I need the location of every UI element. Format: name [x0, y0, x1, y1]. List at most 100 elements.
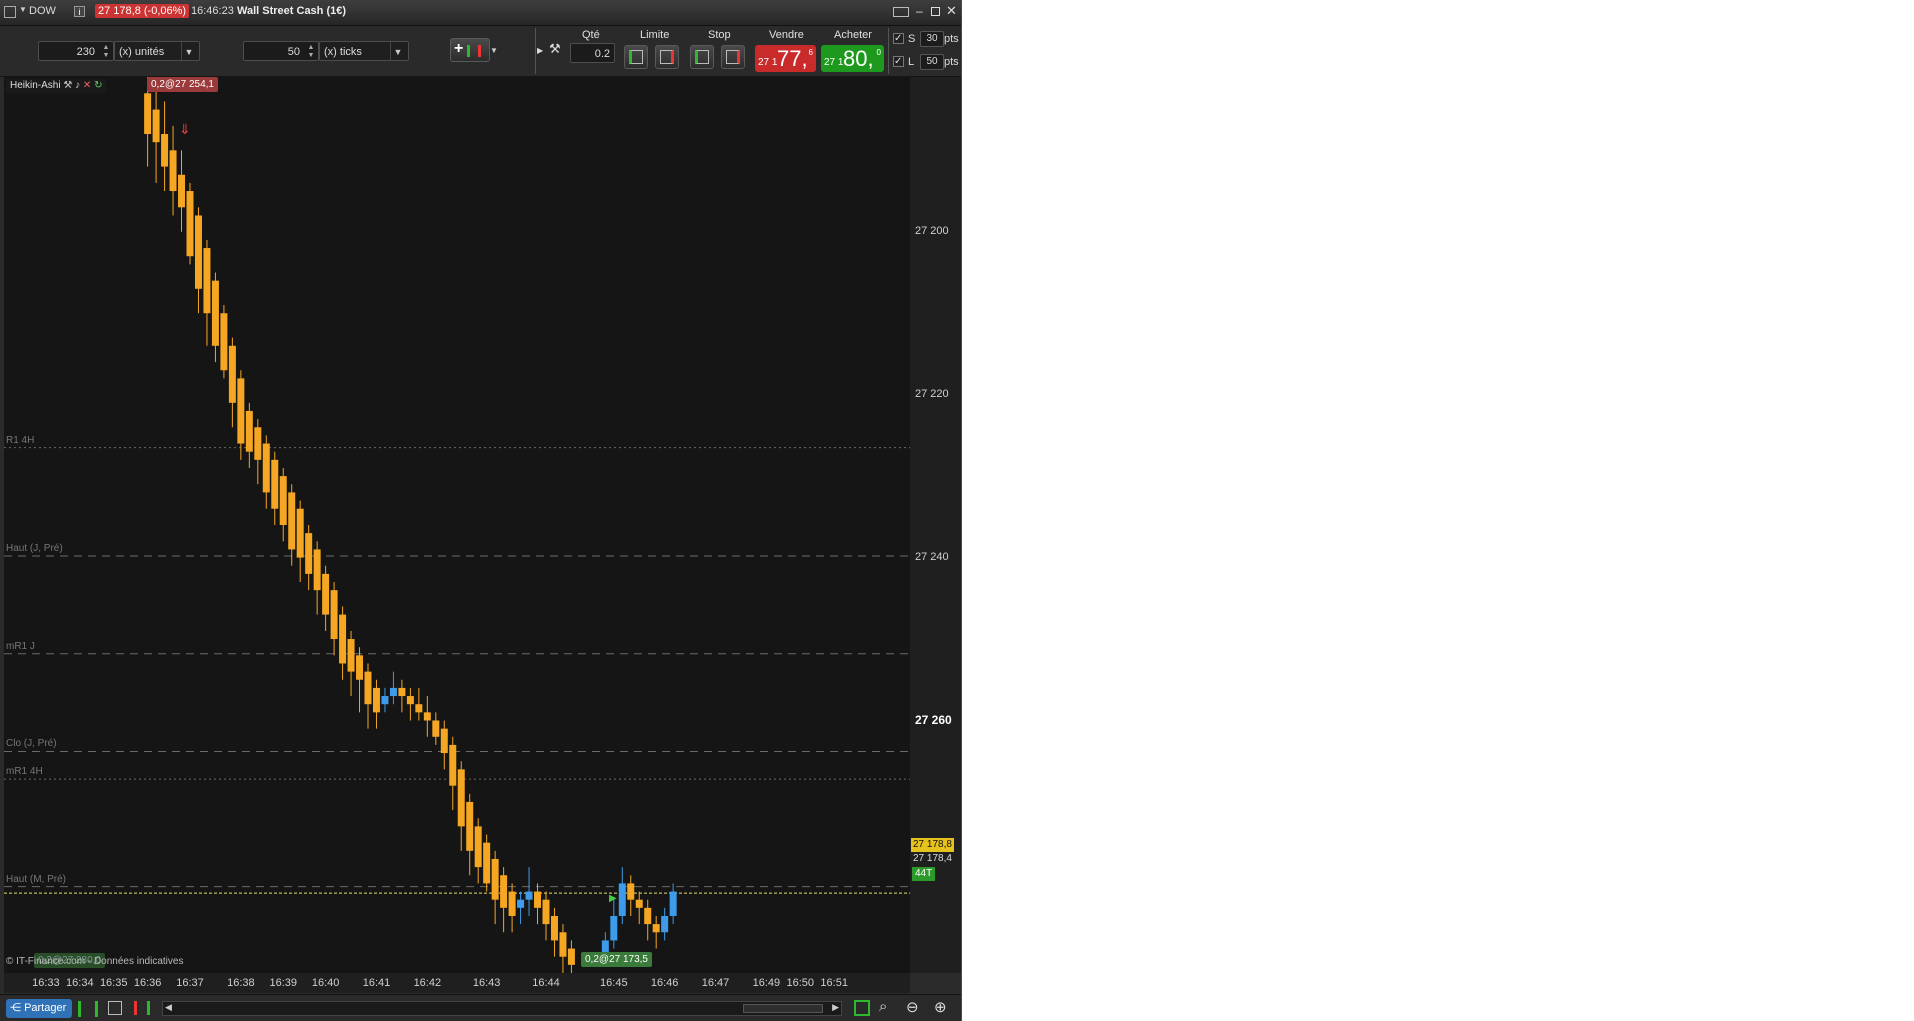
close-icon[interactable]: ✕	[946, 3, 957, 19]
price-axis[interactable]: 27 260 27 240 27 220 27 200 27 178,8 27 178…	[910, 77, 961, 973]
candle-down	[305, 533, 313, 574]
window-menu-icon[interactable]	[4, 6, 16, 18]
share-button[interactable]: ⋲ Partager	[6, 999, 73, 1018]
horizontal-scrollbar[interactable]: ◀ ▶	[162, 1001, 842, 1016]
layout-icon[interactable]	[108, 1001, 122, 1015]
candle-up	[381, 696, 389, 705]
candle-down	[440, 728, 448, 754]
candle-down	[550, 915, 558, 941]
candle-down	[500, 875, 508, 908]
price-tick-label: 27 200	[915, 224, 949, 237]
indicators-icon[interactable]	[134, 1001, 150, 1015]
scroll-thumb[interactable]	[743, 1004, 823, 1013]
limit-sell-icon	[660, 50, 674, 64]
time-tick-label: 16:36	[133, 977, 162, 989]
candle-down	[406, 696, 414, 705]
level-label: Haut (M, Pré)	[6, 873, 67, 885]
order-top-tag[interactable]: 0,2@27 254,1	[147, 77, 218, 92]
bottom-bar: ⋲ Partager ◀ ▶ ⌕ ⊖ ⊕	[0, 994, 961, 1021]
buy-button[interactable]: 27 1 80, 0	[821, 45, 884, 72]
info-icon[interactable]: i	[74, 6, 85, 17]
chart-area[interactable]: Heikin-Ashi ⚒ ♪ ✕ ↻ 0,2@27 254,1 ⇓ 0,2@2…	[4, 77, 910, 973]
chevron-down-icon[interactable]: ▼	[181, 42, 196, 60]
scroll-left-icon[interactable]: ◀	[165, 1002, 172, 1013]
limit-sell-button[interactable]	[655, 45, 679, 69]
candle-up	[517, 899, 525, 908]
stop-s-input[interactable]: 30	[920, 31, 944, 47]
time-axis[interactable]: 16:33 16:34 16:35 16:36 16:37 16:38 16:39 16:40…	[4, 973, 910, 993]
stop-buy-button[interactable]	[690, 45, 714, 69]
chevron-down-icon[interactable]: ▼	[390, 42, 405, 60]
wrench-icon[interactable]: ⚒	[549, 41, 565, 57]
candle-down	[423, 712, 431, 721]
close-icon[interactable]: ✕	[83, 80, 91, 91]
time-tick-label: 16:37	[176, 977, 204, 989]
candle-down	[296, 508, 304, 558]
stepper-arrows-icon[interactable]: ▲ ▼	[101, 44, 111, 60]
zoom-out-icon[interactable]: ⊖	[906, 998, 919, 1016]
scroll-right-icon[interactable]: ▶	[832, 1002, 839, 1013]
title-bar: ▼ DOW i 27 178,8 (-0,06%) 16:46:23 Wall …	[0, 0, 961, 26]
refresh-icon[interactable]: ↻	[94, 80, 102, 91]
stop-sell-button[interactable]	[721, 45, 745, 69]
chart-type-icon[interactable]	[78, 1001, 98, 1017]
level-label: mR1 4H	[6, 766, 43, 778]
order-bottom-tag[interactable]: 0,2@27 173,5	[581, 952, 652, 967]
candle-down	[483, 842, 491, 884]
sell-button[interactable]: 27 1 77, 6	[755, 45, 816, 72]
stop-l-input[interactable]: 50	[920, 54, 944, 70]
play-small-icon[interactable]: ▶	[537, 46, 543, 55]
check-icon[interactable]: ✓	[893, 56, 904, 67]
candle-down	[432, 720, 440, 737]
bell-icon[interactable]: ♪	[75, 80, 80, 91]
zoom-in-icon[interactable]: ⊕	[934, 998, 947, 1016]
zoom-area-icon[interactable]: ⌕	[879, 998, 887, 1015]
clock-time: 16:46:23	[191, 5, 234, 17]
symbol-label[interactable]: DOW	[29, 5, 56, 17]
stop-header: Stop	[708, 29, 731, 41]
candle-up	[669, 891, 677, 916]
quantity-stepper[interactable]: 230 ▲ ▼	[38, 41, 114, 61]
tick-count-badge: 44T	[912, 867, 936, 881]
check-icon[interactable]: ✓	[893, 33, 904, 44]
time-tick-label: 16:46	[650, 977, 679, 989]
minimize-icon[interactable]: –	[916, 4, 923, 18]
candle-down	[339, 614, 347, 664]
candle-down	[178, 174, 186, 208]
limit-header: Limite	[640, 29, 670, 41]
time-tick-label: 16:44	[532, 977, 560, 989]
chevron-down-icon[interactable]: ▼	[490, 46, 498, 55]
time-tick-label: 16:34	[66, 977, 94, 989]
price-tick-label: 27 260	[915, 713, 952, 728]
chevron-down-icon[interactable]: ▼	[19, 5, 27, 14]
limit-buy-icon	[629, 50, 643, 64]
level-label: Clo (J, Pré)	[6, 738, 57, 750]
ticks-stepper[interactable]: 50 ▲ ▼	[243, 41, 319, 61]
candle-down	[161, 134, 169, 167]
auto-scale-icon[interactable]	[854, 1000, 870, 1016]
candle-down	[398, 687, 406, 697]
candle-down	[288, 492, 296, 550]
quantity-unit-select[interactable]: (x) unités ▼	[114, 41, 200, 61]
limit-buy-button[interactable]	[624, 45, 648, 69]
keyboard-icon[interactable]	[893, 7, 909, 17]
add-order-tool-button[interactable]: +	[450, 38, 490, 62]
candle-down	[466, 801, 474, 851]
ticks-unit-select[interactable]: (x) ticks ▼	[319, 41, 409, 61]
wrench-icon[interactable]: ⚒	[63, 80, 72, 91]
time-tick-label: 16:33	[32, 977, 60, 989]
quantity-unit-label: (x) unités	[119, 46, 165, 58]
candle-down	[508, 891, 516, 916]
stepper-arrows-icon[interactable]: ▲ ▼	[306, 44, 316, 60]
heikin-ashi-chart[interactable]	[4, 77, 910, 973]
instrument-name: Wall Street Cash (1€)	[237, 5, 347, 17]
time-tick-label: 16:47	[701, 977, 730, 989]
candle-down	[364, 671, 372, 705]
indicator-label[interactable]: Heikin-Ashi ⚒ ♪ ✕ ↻	[6, 79, 107, 93]
order-qty-input[interactable]: 0.2	[570, 43, 615, 63]
stop-s-unit: pts	[944, 33, 959, 45]
maximize-icon[interactable]	[931, 7, 940, 16]
share-icon: ⋲	[10, 1002, 21, 1014]
arrow-down-icon: ⇓	[179, 121, 191, 137]
time-tick-label: 16:49	[752, 977, 781, 989]
